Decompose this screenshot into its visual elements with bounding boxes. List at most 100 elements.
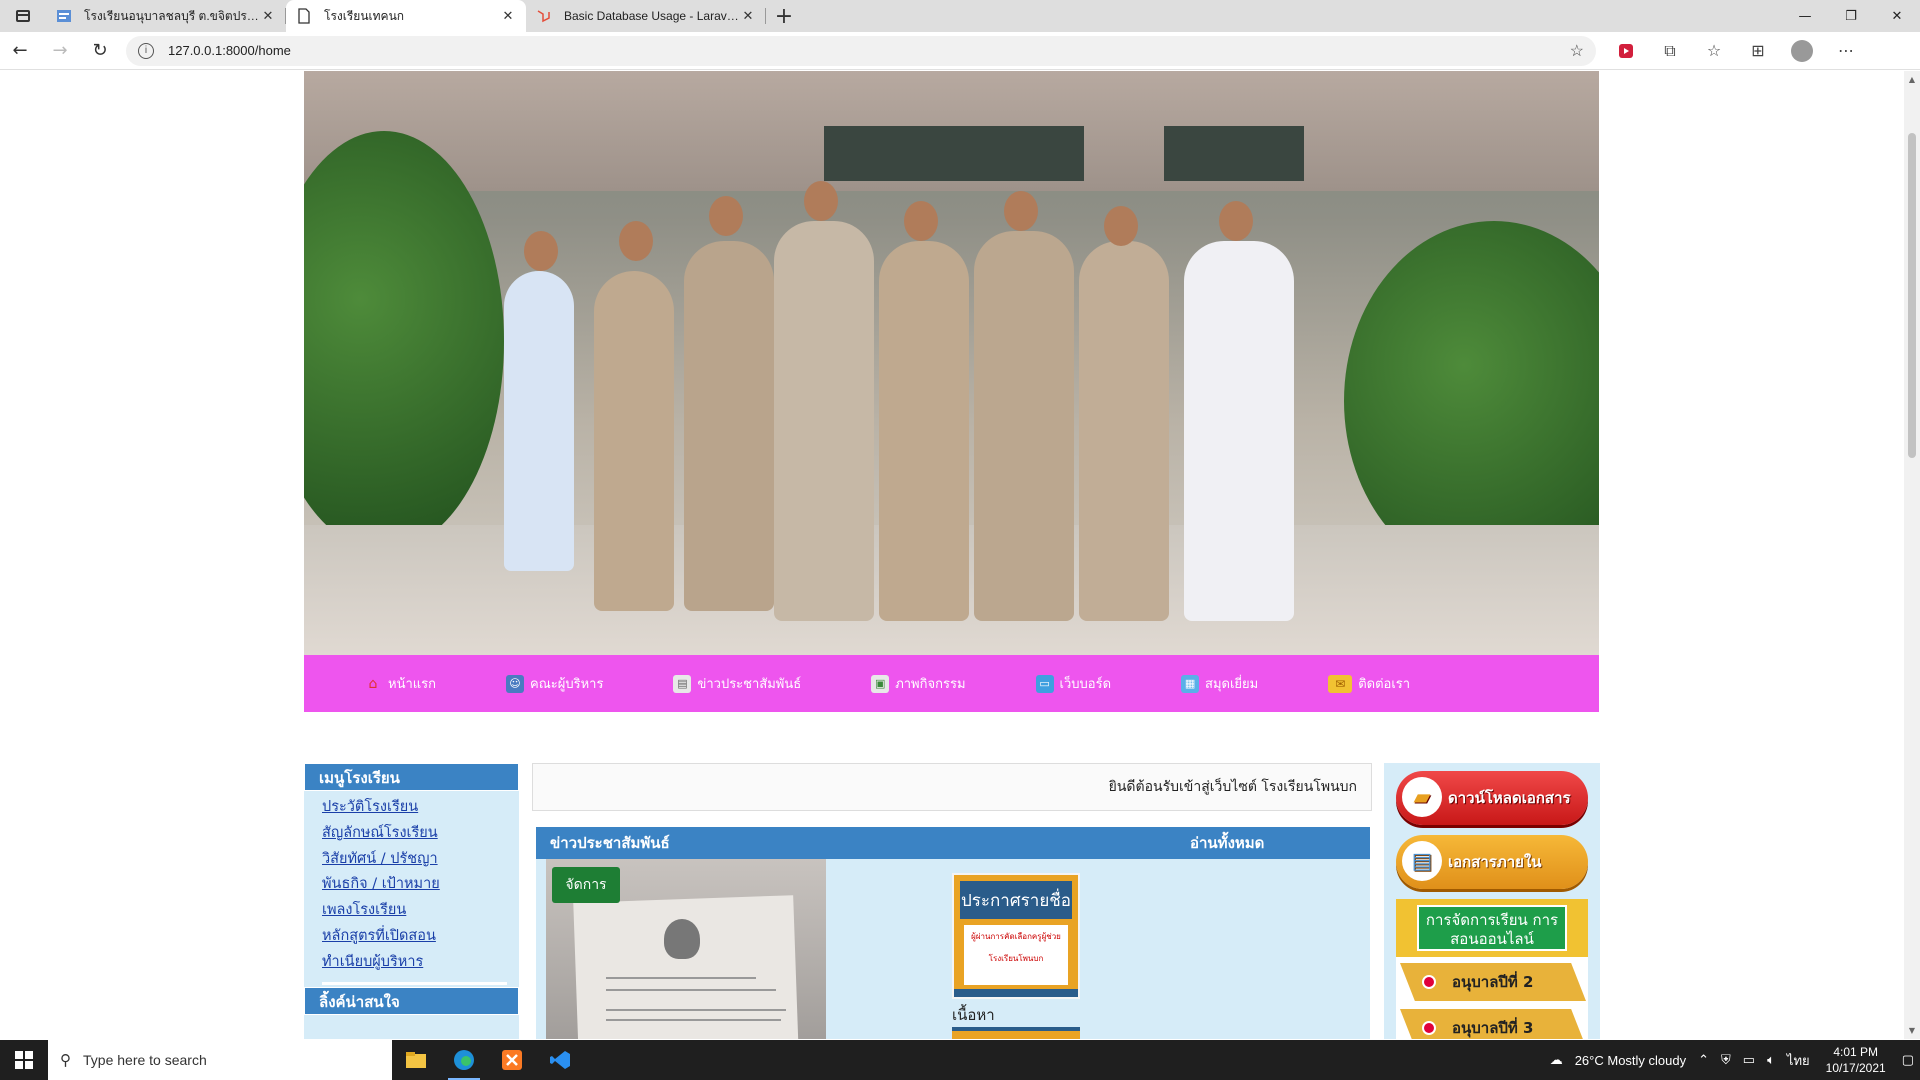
link-symbol[interactable]: สัญลักษณ์โรงเรียน (322, 821, 519, 847)
clock-time: 4:01 PM (1833, 1045, 1879, 1059)
school-menu-links: ประวัติโรงเรียน สัญลักษณ์โรงเรียน วิสัยท… (304, 791, 519, 980)
profile-icon[interactable] (1780, 39, 1824, 62)
garuda-emblem-icon (664, 919, 700, 959)
volume-icon[interactable]: 🔈︎ (1767, 1052, 1775, 1068)
right-sidebar: ▰ ดาวน์โหลดเอกสาร ▤ เอกสารภายใน การจัดกา… (1384, 763, 1600, 1039)
nav-label: สมุดเยี่ยม (1205, 677, 1259, 692)
scroll-thumb[interactable] (1908, 133, 1916, 458)
more-menu-icon[interactable]: ⋯ (1824, 41, 1868, 60)
close-window-icon[interactable]: ✕ (1874, 0, 1920, 32)
read-all-link[interactable]: อ่านทั้งหมด (1190, 831, 1370, 855)
link-vision[interactable]: วิสัยทัศน์ / ปรัชญา (322, 847, 519, 873)
nav-contact[interactable]: ✉ ติดต่อเรา (1328, 673, 1410, 694)
extension-red-icon[interactable] (1604, 43, 1648, 59)
add-favorite-icon[interactable]: ☆ (1570, 41, 1584, 61)
link-directory[interactable]: ทำเนียบผู้บริหาร (322, 950, 519, 976)
scroll-up-icon[interactable]: ▲ (1904, 75, 1920, 84)
download-documents-button[interactable]: ▰ ดาวน์โหลดเอกสาร (1396, 771, 1588, 825)
tab-3[interactable]: Basic Database Usage - Laravel - ✕ (526, 0, 766, 32)
back-icon[interactable]: ← (0, 32, 40, 70)
url-field[interactable]: i 127.0.0.1:8000/home ☆ (126, 35, 1596, 66)
nav-label: ติดต่อเรา (1358, 677, 1411, 692)
search-icon: ⚲ (60, 1052, 71, 1069)
online-learning-title: การจัดการเรียน การสอนออนไลน์ (1417, 905, 1567, 951)
minimize-icon[interactable]: — (1782, 0, 1828, 32)
nav-guestbook[interactable]: ▦ สมุดเยี่ยม (1181, 673, 1258, 694)
school-menu-title: เมนูโรงเรียน (304, 763, 519, 791)
network-icon[interactable]: ▭ (1743, 1052, 1755, 1068)
close-tab-icon[interactable]: ✕ (500, 8, 516, 24)
xampp-icon[interactable] (488, 1040, 536, 1080)
announcement-thumbnail-2[interactable] (952, 1027, 1080, 1039)
online-learning-header: การจัดการเรียน การสอนออนไลน์ (1396, 899, 1588, 957)
collections-icon[interactable]: ⊞ (1736, 41, 1780, 60)
notifications-icon[interactable]: ▢ (1902, 1052, 1914, 1068)
bullet-icon (1422, 1021, 1436, 1035)
picture-icon: ▣ (871, 674, 890, 693)
page-favicon-icon (298, 8, 310, 24)
extensions-icon[interactable]: ⧉ (1648, 41, 1692, 61)
start-button[interactable] (0, 1040, 48, 1080)
weather-text[interactable]: 26°C Mostly cloudy (1575, 1053, 1686, 1068)
chevron-up-icon[interactable]: ⌃ (1698, 1052, 1709, 1068)
taskbar-search[interactable]: ⚲ Type here to search (48, 1040, 392, 1080)
content-label: เนื้อหา (952, 1006, 995, 1024)
link-history[interactable]: ประวัติโรงเรียน (322, 795, 519, 821)
level-label: อนุบาลปีที่ 3 (1452, 1019, 1534, 1037)
vscode-icon[interactable] (536, 1040, 584, 1080)
announcement-title: ประกาศรายชื่อ (960, 881, 1072, 919)
tab-1[interactable]: โรงเรียนอนุบาลชลบุรี ต.ขจิตปราการ อ. ✕ (46, 0, 286, 32)
link-curriculum[interactable]: หลักสูตรที่เปิดสอน (322, 924, 519, 950)
nav-home[interactable]: ⌂ หน้าแรก (364, 673, 436, 694)
banner-photo (304, 71, 1599, 655)
main-content: ยินดีต้อนรับเข้าสู่เว็บไซต์ โรงเรียนโพนบ… (532, 763, 1372, 1039)
language-indicator[interactable]: ไทย (1787, 1050, 1810, 1071)
site-info-icon[interactable]: i (138, 42, 154, 59)
link-mission[interactable]: พันธกิจ / เป้าหมาย (322, 872, 519, 898)
tab-2[interactable]: โรงเรียนเทคนก ✕ (286, 0, 526, 32)
scroll-down-icon[interactable]: ▼ (1904, 1026, 1920, 1035)
tab-title: โรงเรียนเทคนก (324, 8, 405, 23)
nav-executives[interactable]: ☺ คณะผู้บริหาร (506, 673, 603, 694)
favorites-icon[interactable]: ☆ (1692, 41, 1736, 60)
nav-activities[interactable]: ▣ ภาพกิจกรรม (871, 673, 966, 694)
bullet-icon (1422, 975, 1436, 989)
announcement-thumbnail[interactable]: ประกาศรายชื่อ ผู้ผ่านการคัดเลือกครูผู้ช่… (952, 873, 1080, 999)
windows-icon (15, 1051, 33, 1069)
link-song[interactable]: เพลงโรงเรียน (322, 898, 519, 924)
person-card-icon: ☺ (506, 674, 524, 693)
document-icon: ▤ (673, 674, 692, 693)
address-bar: ← → ↻ i 127.0.0.1:8000/home ☆ ⧉ ☆ ⊞ ⋯ (0, 32, 1920, 70)
main-nav: ⌂ หน้าแรก ☺ คณะผู้บริหาร ▤ ข่าวประชาสัมพันธ… (304, 655, 1599, 712)
nav-webboard[interactable]: ▭ เว็บบอร์ด (1035, 673, 1112, 694)
level-kg3-link[interactable]: อนุบาลปีที่ 3 (1400, 1009, 1586, 1039)
page-scrollbar[interactable]: ▲ ▼ (1904, 71, 1920, 1039)
close-tab-icon[interactable]: ✕ (260, 8, 276, 24)
clock-date: 10/17/2021 (1825, 1061, 1886, 1075)
nav-label: คณะผู้บริหาร (530, 677, 604, 692)
refresh-icon[interactable]: ↻ (80, 32, 120, 70)
tab-title: โรงเรียนอนุบาลชลบุรี ต.ขจิตปราการ อ. (84, 8, 260, 23)
close-tab-icon[interactable]: ✕ (740, 8, 756, 24)
nav-label: เว็บบอร์ด (1059, 677, 1112, 692)
maximize-icon[interactable]: ❐ (1828, 0, 1874, 32)
online-learning-panel: การจัดการเรียน การสอนออนไลน์ อนุบาลปีที่… (1396, 899, 1588, 1039)
welcome-marquee: ยินดีต้อนรับเข้าสู่เว็บไซต์ โรงเรียนโพนบ… (532, 763, 1372, 811)
security-icon[interactable]: ⛨ (1721, 1052, 1731, 1068)
manage-button[interactable]: จัดการ (552, 867, 620, 903)
clock[interactable]: 4:01 PM 10/17/2021 (1826, 1044, 1886, 1076)
forward-icon[interactable]: → (40, 32, 80, 70)
tab-strip: โรงเรียนอนุบาลชลบุรี ต.ขจิตปราการ อ. ✕ โ… (0, 0, 1920, 32)
tab-actions-button[interactable] (0, 0, 46, 32)
edge-icon[interactable] (440, 1040, 488, 1080)
announcement-subtext: โรงเรียนโพนบก (988, 954, 1044, 963)
weather-icon[interactable]: ☁ (1550, 1052, 1563, 1068)
news-header: ข่าวประชาสัมพันธ์ อ่านทั้งหมด (536, 827, 1370, 859)
nav-news[interactable]: ▤ ข่าวประชาสัมพันธ์ (673, 673, 801, 694)
new-tab-button[interactable]: + (766, 0, 802, 32)
file-explorer-icon[interactable] (392, 1040, 440, 1080)
guestbook-icon: ▦ (1181, 674, 1200, 693)
taskbar: ⚲ Type here to search ☁ 26°C Mostly clou… (0, 1040, 1920, 1080)
internal-documents-button[interactable]: ▤ เอกสารภายใน (1396, 835, 1588, 889)
level-kg2-link[interactable]: อนุบาลปีที่ 2 (1400, 963, 1586, 1001)
